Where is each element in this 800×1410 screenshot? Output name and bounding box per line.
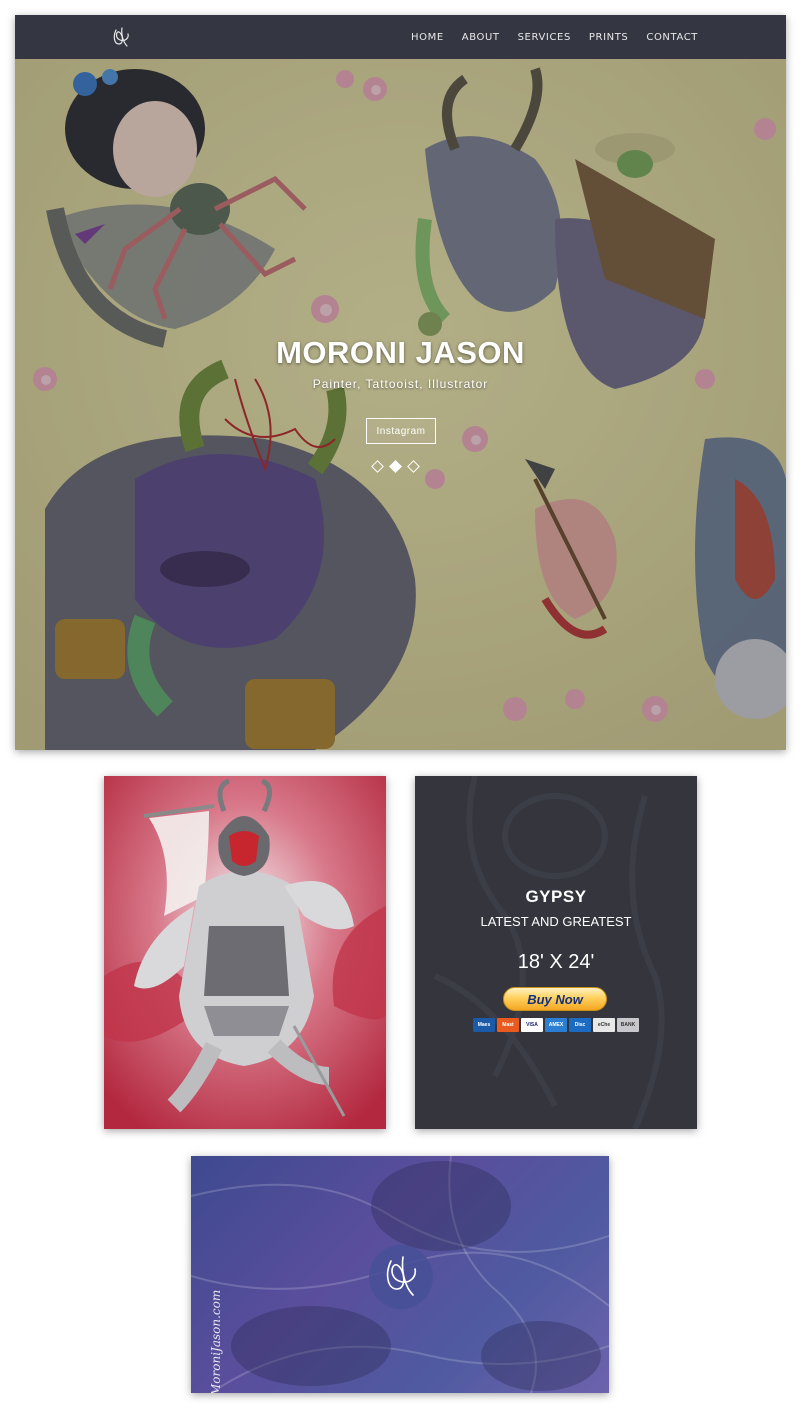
samurai-illustration <box>104 776 386 1129</box>
paypal-buy-now-button[interactable]: Buy Now <box>503 987 607 1011</box>
website-screenshot: HOME ABOUT SERVICES PRINTS CONTACT MORON… <box>15 15 786 750</box>
discover-card-icon: Disc <box>569 1018 591 1032</box>
nav-prints[interactable]: PRINTS <box>589 32 628 43</box>
payment-methods: Maes Mast VISA AMEX Disc eChe BANK <box>473 1018 639 1032</box>
hero-section: MORONI JASON Painter, Tattooist, Illustr… <box>15 59 786 750</box>
samurai-print-image <box>104 776 386 1129</box>
business-card: MoroniJason.com <box>191 1156 609 1393</box>
hero-title: MORONI JASON <box>276 335 525 370</box>
slider-dot-3[interactable] <box>407 460 420 473</box>
website-signature: MoroniJason.com <box>209 1289 223 1393</box>
main-nav: HOME ABOUT SERVICES PRINTS CONTACT <box>411 15 698 59</box>
visa-card-icon: VISA <box>521 1018 543 1032</box>
hero-dark-overlay <box>15 59 786 750</box>
hero-subtitle: Painter, Tattooist, Illustrator <box>312 377 489 391</box>
mastercard-icon: Mast <box>497 1018 519 1032</box>
slider-dot-1[interactable] <box>371 460 384 473</box>
nav-contact[interactable]: CONTACT <box>646 32 698 43</box>
bank-icon: BANK <box>617 1018 639 1032</box>
slider-dot-2[interactable] <box>389 460 402 473</box>
slider-pagination <box>371 460 420 473</box>
product-size: 18' X 24' <box>517 951 595 973</box>
signature-logo-icon[interactable] <box>107 22 137 52</box>
product-card: GYPSY LATEST AND GREATEST 18' X 24' Buy … <box>415 776 697 1129</box>
amex-card-icon: AMEX <box>545 1018 567 1032</box>
product-subtitle: LATEST AND GREATEST <box>480 914 632 929</box>
top-navbar: HOME ABOUT SERVICES PRINTS CONTACT <box>15 15 786 59</box>
nav-home[interactable]: HOME <box>411 32 444 43</box>
signature-logo-icon <box>386 1256 417 1296</box>
product-title: GYPSY <box>525 887 587 906</box>
maestro-card-icon: Maes <box>473 1018 495 1032</box>
instagram-button[interactable]: Instagram <box>366 418 436 444</box>
nav-about[interactable]: ABOUT <box>462 32 500 43</box>
echeck-icon: eChe <box>593 1018 615 1032</box>
circle-logo-badge <box>369 1245 433 1309</box>
nav-services[interactable]: SERVICES <box>518 32 571 43</box>
